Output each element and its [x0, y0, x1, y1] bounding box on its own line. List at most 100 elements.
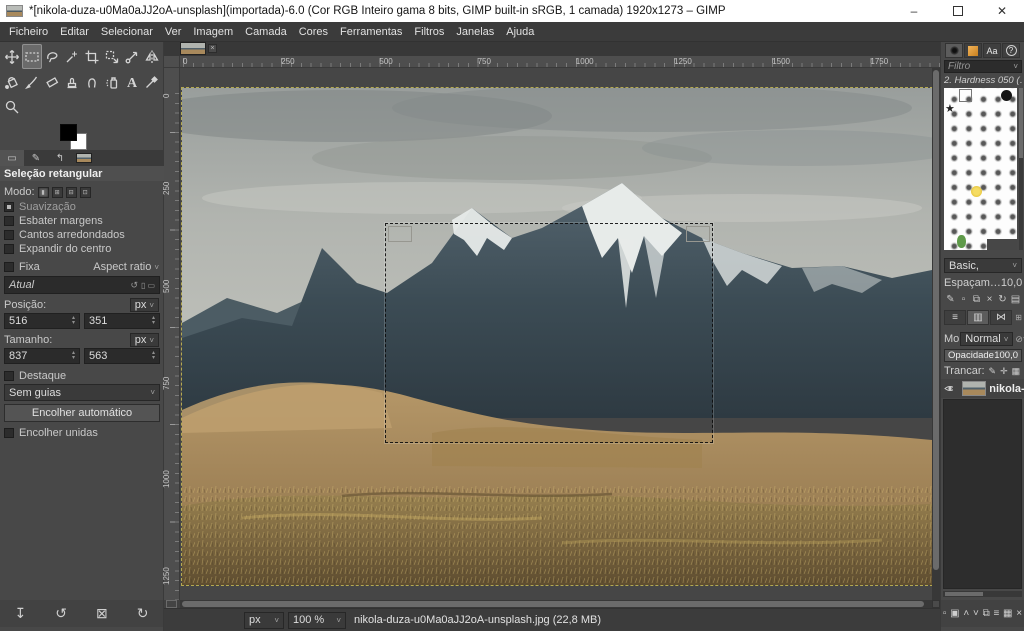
menu-cores[interactable]: Cores [293, 24, 334, 40]
menu-imagem[interactable]: Imagem [187, 24, 239, 40]
tab-paths-icon[interactable]: ⋈ [990, 310, 1012, 325]
merge-layer-icon[interactable]: ▦ [1003, 608, 1012, 619]
menu-ver[interactable]: Ver [159, 24, 188, 40]
selection-handle-topright[interactable] [686, 226, 710, 242]
layer-row[interactable]: nikola-… [941, 379, 1024, 398]
opacity-slider[interactable]: Opacidade 100,0 [944, 349, 1022, 362]
anchor-layer-icon[interactable]: ≡ [993, 608, 999, 619]
duplicate-brush-icon[interactable]: ⧉ [970, 294, 983, 305]
fuzzy-select-tool[interactable] [62, 44, 82, 69]
flip-tool[interactable] [142, 44, 162, 69]
tab-undo-history[interactable]: ↰ [48, 150, 72, 166]
mode-subtract-icon[interactable]: ⊟ [65, 186, 77, 198]
tab-layers-icon[interactable]: ≡ [944, 310, 966, 325]
foreground-color-swatch[interactable] [60, 124, 77, 141]
smudge-tool[interactable] [82, 69, 102, 94]
expand-center-checkbox[interactable] [4, 244, 14, 254]
green-brush-thumb[interactable] [957, 235, 966, 248]
zoom-combo[interactable]: 100 % ˅ [288, 611, 346, 629]
layer-thumbnail[interactable] [962, 381, 987, 396]
clone-tool[interactable] [62, 69, 82, 94]
tab-fonts[interactable]: Aa [983, 43, 1001, 58]
vertical-scrollbar[interactable] [932, 68, 940, 600]
layer-list-empty[interactable] [943, 399, 1022, 589]
restore-preset-icon[interactable]: ↺ [55, 605, 67, 622]
edit-brush-icon[interactable]: ✎ [944, 294, 957, 305]
visibility-eye-icon[interactable] [944, 384, 954, 393]
raise-layer-icon[interactable]: ˄ [963, 608, 969, 619]
spacing-row[interactable]: Espaçam… 10,0 ▴▾ [944, 277, 1022, 289]
color-picker-tool[interactable] [142, 69, 162, 94]
autoshrink-button[interactable]: Encolher automático [4, 404, 160, 422]
free-select-tool[interactable] [42, 44, 62, 69]
rounded-checkbox[interactable] [4, 230, 14, 240]
landscape-icon[interactable]: ▭ [145, 281, 155, 290]
delete-layer-icon[interactable]: × [1016, 608, 1022, 619]
tab-channels-icon[interactable]: ▥ [967, 310, 989, 325]
move-tool[interactable] [2, 44, 22, 69]
layer-mode-combo[interactable]: Normal ˅ [960, 332, 1014, 346]
size-w-input[interactable]: 837 ▴ ▾ [4, 348, 80, 364]
lock-alpha-icon[interactable]: ▦ [1008, 366, 1021, 377]
brush-scroll-thumb[interactable] [1019, 88, 1023, 158]
position-unit-combo[interactable]: px ˅ [129, 298, 159, 312]
menu-ferramentas[interactable]: Ferramentas [334, 24, 408, 40]
tab-device-status[interactable]: ✎ [24, 150, 48, 166]
color-swatches[interactable] [60, 124, 90, 152]
swap-ratio-icon[interactable]: ↺ [130, 280, 138, 291]
composite-mode-icon[interactable]: ⊘ [1013, 334, 1023, 345]
crop-tool[interactable] [82, 44, 102, 69]
horizontal-ruler[interactable]: 0 250 500 750 1000 1250 1500 1750 [180, 56, 940, 68]
reset-tool-icon[interactable]: ↻ [137, 605, 149, 622]
duplicate-layer-icon[interactable]: ⧉ [983, 608, 990, 619]
mode-replace-icon[interactable]: ▮ [37, 186, 49, 198]
zoom-tool[interactable] [2, 94, 22, 119]
fixed-checkbox[interactable] [4, 262, 14, 272]
navigation-button[interactable] [932, 600, 940, 608]
text-tool[interactable]: A [122, 69, 142, 94]
menu-ficheiro[interactable]: Ficheiro [3, 24, 54, 40]
ruler-corner[interactable] [164, 56, 180, 68]
delete-brush-icon[interactable]: × [983, 294, 996, 305]
rounded-row[interactable]: Cantos arredondados [4, 228, 159, 242]
selection-handle-topleft[interactable] [388, 226, 412, 242]
quick-mask-toggle[interactable] [166, 600, 177, 608]
tab-images[interactable] [72, 150, 96, 166]
tab-patterns[interactable] [964, 43, 982, 58]
canvas-viewport[interactable] [180, 68, 932, 600]
new-brush-icon[interactable]: ▫ [957, 294, 970, 305]
vertical-scroll-thumb[interactable] [933, 70, 939, 570]
menu-editar[interactable]: Editar [54, 24, 95, 40]
feather-checkbox[interactable] [4, 216, 14, 226]
selection-marquee[interactable] [385, 223, 713, 443]
delete-preset-icon[interactable]: ⊠ [96, 605, 108, 622]
spinner-icon[interactable]: ▴ ▾ [152, 350, 155, 361]
maximize-button[interactable] [936, 0, 980, 22]
paintbrush-tool[interactable] [22, 69, 42, 94]
mode-add-icon[interactable]: ⊞ [51, 186, 63, 198]
yellow-brush-thumb[interactable] [971, 186, 982, 197]
menu-janelas[interactable]: Janelas [450, 24, 500, 40]
spinner-icon[interactable]: ▴ ▾ [152, 315, 155, 326]
antialias-checkbox[interactable] [4, 202, 14, 212]
highlight-checkbox[interactable] [4, 371, 14, 381]
spinner-icon[interactable]: ▴ ▾ [72, 350, 75, 361]
lower-layer-icon[interactable]: ˅ [973, 608, 979, 619]
tab-brushes[interactable] [945, 43, 963, 58]
bucket-fill-tool[interactable] [2, 69, 22, 94]
shrink-merged-row[interactable]: Encolher unidas [4, 426, 159, 440]
close-button[interactable]: ✕ [980, 0, 1024, 22]
position-x-input[interactable]: 516 ▴ ▾ [4, 313, 80, 329]
highlight-row[interactable]: Destaque [4, 369, 159, 383]
horizontal-scrollbar[interactable] [180, 600, 932, 608]
dock-menu-icon[interactable]: ⊞ [1015, 313, 1022, 322]
minimize-button[interactable]: – [892, 0, 936, 22]
image-tab-close-icon[interactable]: × [208, 44, 217, 53]
rectangle-select-tool[interactable] [22, 44, 42, 69]
menu-filtros[interactable]: Filtros [408, 24, 450, 40]
brush-filter-input[interactable]: Filtro ˅ [944, 60, 1022, 73]
lock-pixels-icon[interactable]: ✎ [985, 366, 997, 377]
unit-combo[interactable]: px ˅ [244, 611, 284, 629]
shrink-merged-checkbox[interactable] [4, 428, 14, 438]
handle-transform-tool[interactable] [122, 44, 142, 69]
